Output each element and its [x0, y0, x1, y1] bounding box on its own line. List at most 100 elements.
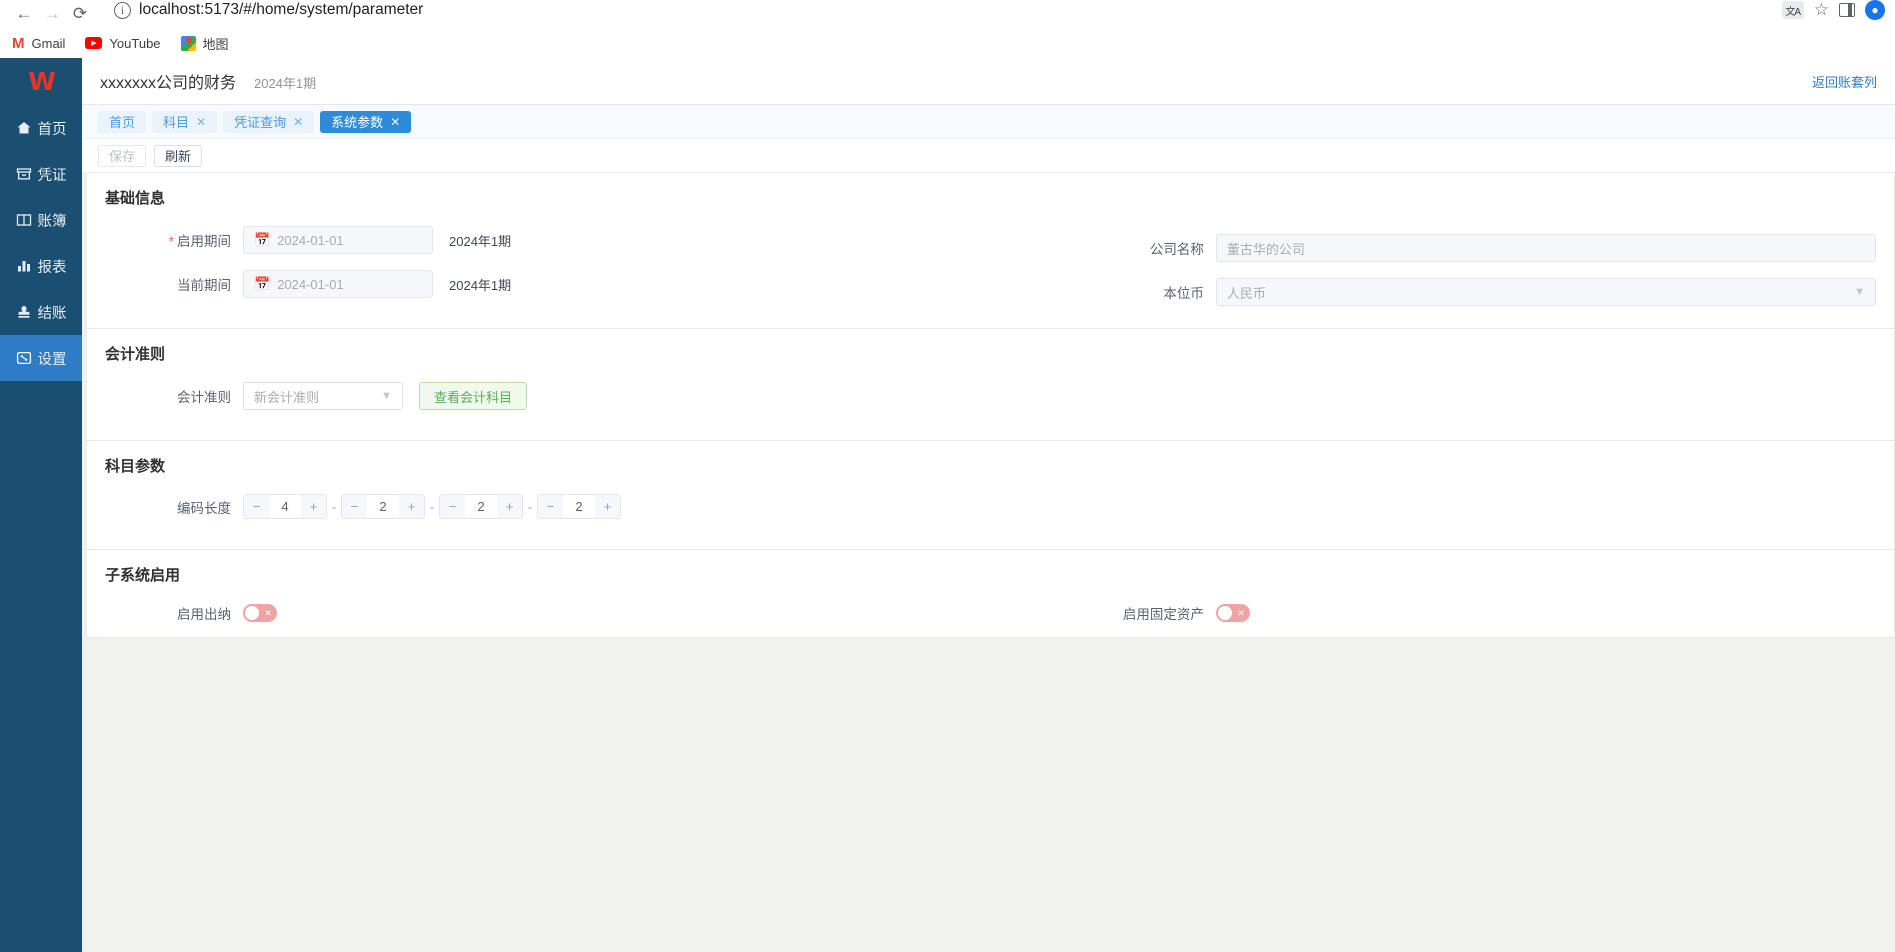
close-icon[interactable]: ✕ — [293, 115, 303, 129]
field-accounting-standard: 会计准则 新会计准则 ▼ 查看会计科目 — [105, 382, 1876, 410]
bookmark-youtube[interactable]: ▶ YouTube — [85, 36, 161, 51]
field-enable-cashier: 启用出纳 ✕ — [105, 603, 277, 623]
enable-fixed-asset-toggle[interactable]: ✕ — [1215, 604, 1250, 622]
save-button[interactable]: 保存 — [98, 144, 147, 167]
start-period-suffix: 2024年1期 — [449, 233, 512, 249]
side-panel-icon[interactable] — [1839, 3, 1855, 17]
stepper-value: 2 — [575, 499, 583, 514]
select-value: 人民币 — [1226, 285, 1266, 301]
close-icon[interactable]: ✕ — [390, 115, 400, 129]
back-to-account-sets-link[interactable]: 返回账套列 — [1812, 72, 1877, 91]
decrement-button[interactable]: − — [440, 495, 465, 518]
form-row: * 启用期间 📅 2024-01-01 2024年1期 公司名称 董古华的公司 — [105, 226, 1876, 270]
tab-label: 凭证查询 — [234, 115, 287, 130]
field-start-period: * 启用期间 📅 2024-01-01 2024年1期 — [105, 226, 511, 254]
main-column: xxxxxxx公司的财务 2024年1期 返回账套列 首页 科目 ✕ 凭证查询 … — [82, 58, 1895, 952]
field-label: 启用出纳 — [177, 607, 231, 622]
content-area: 基础信息 * 启用期间 📅 2024-01-01 2024年1期 公司名称 董古… — [82, 172, 1895, 952]
tab-system-parameter[interactable]: 系统参数 ✕ — [320, 110, 412, 133]
panel-accounting-standard: 会计准则 会计准则 新会计准则 ▼ 查看会计科目 — [86, 329, 1895, 441]
view-accounting-subjects-button[interactable]: 查看会计科目 — [419, 382, 528, 410]
current-period-suffix: 2024年1期 — [449, 277, 512, 293]
decrement-button[interactable]: − — [342, 495, 367, 518]
code-length-steppers: − 4 + - − 2 + - − 2 + - − 2 + — [243, 494, 621, 519]
code-length-stepper-3[interactable]: − 2 + — [439, 494, 523, 519]
sidebar: W 首页 凭证 账簿 报表 结账 设置 — [0, 58, 82, 952]
translate-icon[interactable]: 文A — [1781, 1, 1804, 19]
enable-cashier-toggle[interactable]: ✕ — [243, 604, 277, 622]
bar-chart-icon — [16, 258, 33, 275]
form-col-right: 本位币 人民币 ▼ — [1026, 270, 1876, 314]
refresh-button[interactable]: 刷新 — [154, 144, 203, 167]
sidebar-item-label: 报表 — [37, 259, 67, 276]
close-icon: ✕ — [264, 607, 272, 618]
form-col-right: 启用固定资产 ✕ — [1026, 603, 1876, 623]
code-length-stepper-1[interactable]: − 4 + — [243, 494, 327, 519]
panel-subject-parameter: 科目参数 编码长度 − 4 + - − 2 + - − 2 + - − 2 + — [86, 441, 1895, 550]
chevron-down-icon: ▼ — [1854, 286, 1865, 298]
sidebar-item-settings[interactable]: 设置 — [0, 335, 82, 381]
address-bar[interactable]: i localhost:5173/#/home/system/parameter — [102, 0, 1782, 25]
bookmark-gmail[interactable]: M Gmail — [12, 36, 65, 51]
app-header: xxxxxxx公司的财务 2024年1期 返回账套列 — [82, 58, 1895, 105]
back-icon[interactable]: ← — [10, 0, 38, 28]
bookmarks-bar: M Gmail ▶ YouTube 地图 — [0, 28, 1895, 58]
form-col-left: * 启用期间 📅 2024-01-01 2024年1期 — [105, 226, 1026, 270]
google-maps-icon — [180, 35, 196, 51]
field-label: 编码长度 — [177, 500, 231, 516]
site-info-icon[interactable]: i — [114, 1, 131, 19]
bookmark-label: Gmail — [31, 35, 66, 51]
app-root: W 首页 凭证 账簿 报表 结账 设置 xxxxxxx公司的财务 2024年1期… — [0, 58, 1895, 952]
panel-title: 会计准则 — [105, 346, 166, 363]
app-logo: W — [28, 67, 56, 96]
field-label: 会计准则 — [177, 390, 231, 405]
tab-home[interactable]: 首页 — [98, 110, 147, 133]
toggle-knob — [1217, 606, 1232, 620]
forward-icon[interactable]: → — [38, 0, 66, 28]
increment-button[interactable]: + — [301, 495, 326, 518]
field-label: 当前期间 — [177, 278, 231, 293]
close-icon: ✕ — [1237, 607, 1245, 618]
calendar-icon: 📅 — [254, 232, 271, 247]
form-row: 当前期间 📅 2024-01-01 2024年1期 本位币 人民币 ▼ — [105, 270, 1876, 314]
increment-button[interactable]: + — [497, 495, 522, 518]
form-row: 启用出纳 ✕ 启用固定资产 ✕ — [105, 603, 1876, 623]
tab-subject[interactable]: 科目 ✕ — [152, 110, 218, 133]
current-period-input[interactable]: 📅 2024-01-01 — [243, 270, 433, 298]
sidebar-item-report[interactable]: 报表 — [0, 243, 82, 289]
chrome-actions: 文A ☆ ● — [1781, 0, 1885, 20]
decrement-button[interactable]: − — [538, 495, 563, 518]
tab-label: 科目 — [163, 115, 190, 130]
sidebar-item-label: 设置 — [37, 351, 67, 368]
decrement-button[interactable]: − — [244, 495, 269, 518]
sidebar-item-closing[interactable]: 结账 — [0, 289, 82, 335]
stepper-value: 2 — [477, 499, 485, 514]
currency-select[interactable]: 人民币 ▼ — [1215, 278, 1876, 306]
select-value: 新会计准则 — [254, 389, 320, 405]
sidebar-item-home[interactable]: 首页 — [0, 105, 82, 151]
bookmark-star-icon[interactable]: ☆ — [1814, 0, 1829, 20]
sidebar-item-label: 凭证 — [37, 167, 67, 184]
home-icon — [16, 120, 33, 137]
code-length-stepper-2[interactable]: − 2 + — [341, 494, 425, 519]
reload-icon[interactable]: ⟳ — [66, 0, 94, 28]
required-asterisk: * — [168, 234, 174, 249]
stepper-separator: - — [528, 499, 532, 514]
profile-avatar-icon[interactable]: ● — [1865, 0, 1885, 20]
bookmark-maps[interactable]: 地图 — [180, 34, 229, 53]
tab-voucher-query[interactable]: 凭证查询 ✕ — [223, 110, 315, 133]
accounting-standard-select[interactable]: 新会计准则 ▼ — [243, 382, 403, 410]
increment-button[interactable]: + — [595, 495, 620, 518]
toggle-knob — [245, 606, 259, 620]
input-value: 董古华的公司 — [1226, 241, 1305, 257]
increment-button[interactable]: + — [399, 495, 424, 518]
page-title: xxxxxxx公司的财务 — [100, 75, 237, 92]
start-period-input[interactable]: 📅 2024-01-01 — [243, 226, 433, 254]
panel-title: 科目参数 — [105, 458, 166, 475]
close-icon[interactable]: ✕ — [196, 115, 206, 129]
voucher-box-icon — [16, 166, 33, 183]
sidebar-item-ledger[interactable]: 账簿 — [0, 197, 82, 243]
company-name-input[interactable]: 董古华的公司 — [1215, 234, 1876, 262]
code-length-stepper-4[interactable]: − 2 + — [537, 494, 621, 519]
sidebar-item-voucher[interactable]: 凭证 — [0, 151, 82, 197]
